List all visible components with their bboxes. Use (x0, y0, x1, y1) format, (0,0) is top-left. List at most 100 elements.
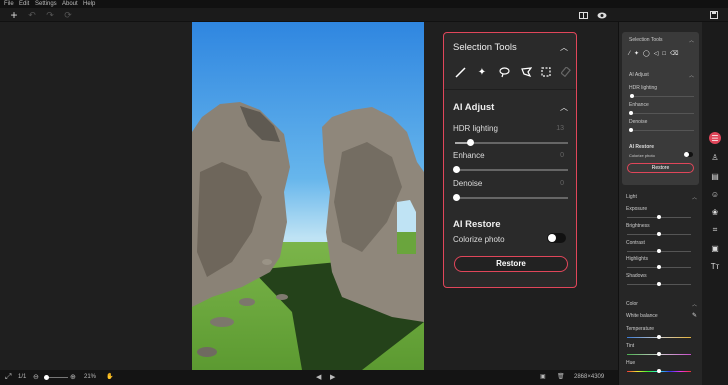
rp-denoise-knob[interactable] (629, 128, 633, 132)
trash-icon[interactable]: 🗑 (557, 373, 565, 382)
hue-knob[interactable] (657, 369, 661, 373)
restore-button[interactable]: Restore (454, 256, 568, 272)
hdr-value: 13 (556, 125, 564, 132)
reset-icon[interactable]: ⟳ (62, 9, 74, 21)
stamp-icon[interactable]: ♙ (709, 151, 721, 163)
brightness-slider[interactable] (627, 232, 691, 236)
temperature-slider[interactable] (627, 335, 691, 339)
save-icon[interactable] (708, 9, 720, 21)
brightness-knob[interactable] (657, 232, 661, 236)
adjustments-icon[interactable]: ☰ (709, 132, 721, 144)
tint-slider[interactable] (627, 352, 691, 356)
rp-enhance-slider[interactable] (629, 111, 694, 115)
magic-wand-icon[interactable]: ✦ (476, 66, 488, 78)
exposure-slider[interactable] (627, 215, 691, 219)
tint-knob[interactable] (657, 352, 661, 356)
brightness-label: Brightness (626, 223, 650, 229)
menu-file[interactable]: File (4, 0, 14, 8)
chevron-up-icon[interactable]: ︿ (560, 42, 568, 53)
rp-restore-button[interactable]: Restore (627, 163, 694, 173)
zoom-slider-knob[interactable] (44, 375, 49, 380)
eye-icon[interactable] (596, 9, 608, 21)
zoom-percent: 21% (84, 374, 97, 380)
compare-icon[interactable] (577, 9, 589, 21)
chevron-up-icon[interactable]: ︿ (692, 194, 697, 201)
rp-colorize-toggle[interactable] (684, 152, 693, 157)
white-balance-label: White balance (626, 313, 658, 319)
temperature-label: Temperature (626, 326, 655, 332)
rp-hdr-slider[interactable] (630, 94, 694, 98)
ai-adjust-card: Selection Tools ︿ ⁄✦◯◁□⌫ AI Adjust ︿ HDR… (622, 32, 699, 185)
menu-about[interactable]: About (62, 0, 78, 8)
exposure-label: Exposure (626, 206, 648, 212)
selection-tools-title: Selection Tools (453, 42, 517, 53)
menu-edit[interactable]: Edit (19, 0, 29, 8)
photo-castle-ruins[interactable] (192, 22, 424, 370)
zoom-in-icon[interactable]: ⊕ (70, 373, 76, 382)
brush-icon[interactable] (454, 66, 466, 78)
tool-icon-column: ☰ ♙ ▤ ☺ ❀ ⌗ ▣ Tт (702, 22, 728, 385)
face-icon[interactable]: ☺ (709, 188, 721, 200)
ai-restore-title: AI Restore (453, 219, 501, 230)
exposure-knob[interactable] (657, 215, 661, 219)
polygon-lasso-icon[interactable] (520, 66, 532, 78)
contrast-slider[interactable] (627, 249, 691, 253)
chevron-up-icon[interactable]: ︿ (692, 301, 697, 308)
denoise-slider[interactable] (453, 194, 568, 201)
shadows-label: Shadows (626, 273, 647, 279)
highlights-knob[interactable] (657, 265, 661, 269)
zoomed-ai-panel: Selection Tools ︿ ✦ AI Adjust ︿ HDR ligh… (443, 32, 577, 288)
rp-ai-adjust-title: AI Adjust (629, 72, 649, 78)
image-icon[interactable]: ▣ (540, 373, 546, 382)
undo-icon[interactable]: ↶ (26, 9, 38, 21)
temperature-knob[interactable] (657, 335, 661, 339)
colorize-toggle[interactable] (547, 233, 566, 243)
chevron-up-icon[interactable]: ︿ (689, 72, 694, 79)
redo-icon[interactable]: ↷ (44, 9, 56, 21)
denoise-slider-knob[interactable] (453, 194, 460, 201)
frame-icon[interactable]: ▣ (709, 242, 721, 254)
rp-denoise-slider[interactable] (629, 128, 694, 132)
chevron-up-icon[interactable]: ︿ (689, 37, 694, 44)
menu-help[interactable]: Help (83, 0, 95, 8)
ai-adjust-title: AI Adjust (453, 102, 495, 113)
hdr-slider[interactable] (455, 139, 568, 146)
highlights-slider[interactable] (627, 265, 691, 269)
fit-screen-icon[interactable]: ⤢ (5, 373, 11, 381)
effects-icon[interactable]: ❀ (709, 206, 721, 218)
colorize-label: Colorize photo (453, 235, 505, 244)
eyedropper-icon[interactable]: ✎ (692, 312, 697, 319)
plus-icon[interactable]: + (8, 8, 20, 22)
crop-icon[interactable]: ⌗ (709, 224, 721, 236)
enhance-slider-knob[interactable] (453, 166, 460, 173)
rp-selection-tools[interactable]: ⁄✦◯◁□⌫ (629, 50, 682, 57)
rp-colorize-label: Colorize photo (629, 153, 655, 158)
enhance-slider[interactable] (453, 166, 568, 173)
hue-slider[interactable] (627, 369, 691, 373)
next-image-icon[interactable]: ▶ (330, 373, 335, 382)
zoom-out-icon[interactable]: ⊖ (33, 373, 39, 382)
hdr-slider-knob[interactable] (467, 139, 474, 146)
text-icon[interactable]: Tт (709, 260, 721, 272)
menu-settings[interactable]: Settings (35, 0, 57, 8)
section-divider (444, 89, 576, 90)
canvas-area: Selection Tools ︿ ✦ AI Adjust ︿ HDR ligh… (0, 22, 618, 370)
rect-select-icon[interactable] (540, 66, 552, 78)
page-indicator: 1/1 (18, 374, 27, 380)
prev-image-icon[interactable]: ◀ (316, 373, 321, 382)
contrast-knob[interactable] (657, 249, 661, 253)
photo-editor-window: File Edit Settings About Help + ↶ ↷ ⟳ Se… (0, 0, 728, 385)
lasso-icon[interactable] (498, 66, 510, 78)
rp-hdr-knob[interactable] (630, 94, 634, 98)
layers-icon[interactable]: ▤ (709, 170, 721, 182)
zoom-slider[interactable] (44, 375, 68, 380)
hand-icon[interactable]: ✋ (106, 373, 113, 382)
rp-enhance-knob[interactable] (629, 111, 633, 115)
chevron-up-icon[interactable]: ︿ (560, 102, 568, 113)
shadows-slider[interactable] (627, 282, 691, 286)
contrast-label: Contrast (626, 240, 645, 246)
image-dimensions: 2868×4309 (574, 374, 605, 380)
shadows-knob[interactable] (657, 282, 661, 286)
enhance-label: Enhance (453, 151, 485, 160)
eraser-icon[interactable] (560, 66, 572, 78)
